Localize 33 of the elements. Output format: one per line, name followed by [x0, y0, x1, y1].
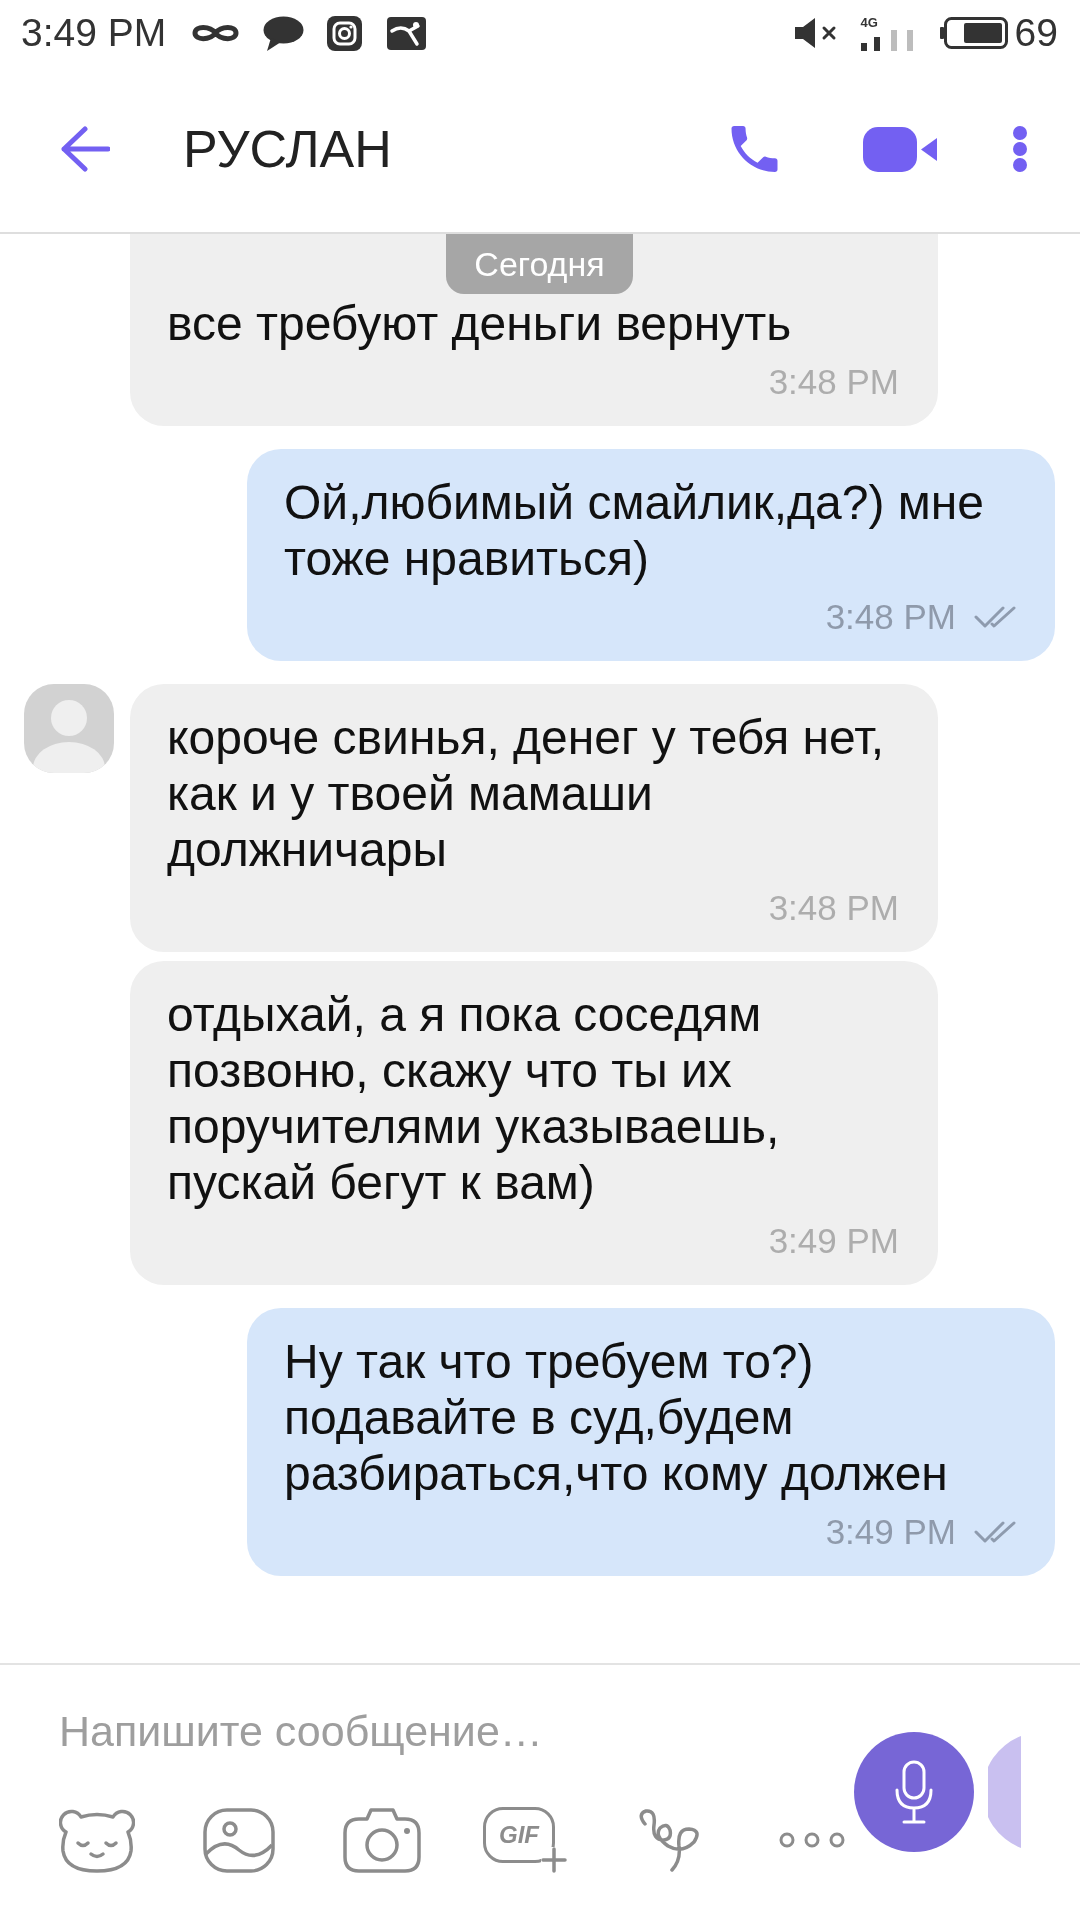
more-options-icon[interactable] [779, 1832, 845, 1848]
message-text: Ну так что требуем то?) подавайте в суд,будем разбираться,что кому должен [284, 1334, 949, 1502]
status-time: 3:49 PM [21, 11, 167, 55]
chat-bubble-icon [263, 15, 305, 51]
gallery-icon[interactable] [203, 1807, 275, 1873]
more-icon[interactable] [1012, 126, 1028, 172]
message-text: отдыхай, а я пока соседям позвоню, скажу что ты их поручителями указываешь, пускай бегут к вам) [167, 987, 781, 1211]
video-camera-icon[interactable] [863, 126, 937, 172]
picture-icon [387, 16, 427, 50]
mute-icon [794, 18, 837, 48]
phone-icon[interactable] [731, 126, 778, 172]
network-type: 4G [860, 15, 878, 29]
message-time: 3:48 PM [768, 887, 899, 929]
contact-name[interactable]: РУСЛАН [183, 119, 392, 179]
message-input[interactable]: Напишите сообщение… [59, 1696, 839, 1766]
message-time: 3:48 PM [768, 361, 899, 403]
message-time: 3:48 PM [825, 596, 956, 638]
camera-icon[interactable] [343, 1807, 421, 1873]
bear-sticker-icon[interactable] [59, 1807, 135, 1873]
signal-icon [860, 29, 915, 51]
battery-icon [939, 17, 1008, 49]
message-time: 3:49 PM [825, 1511, 956, 1553]
message-time: 3:49 PM [768, 1220, 899, 1262]
back-icon[interactable] [61, 126, 110, 172]
microphone-icon [894, 1760, 934, 1824]
camera-app-icon [327, 15, 363, 51]
message-text: Ой,любимый смайлик,да?) мне тоже нравиться) [284, 475, 986, 587]
side-button[interactable] [988, 1736, 1021, 1848]
message-text: короче свинья, денег у тебя нет, как и у твоей мамаши должничары [167, 710, 886, 878]
date-label: Сегодня [474, 244, 605, 284]
infinity-icon [192, 23, 240, 43]
message-text: все требуют деньги вернуть [167, 296, 793, 352]
battery-level: 69 [1014, 11, 1058, 55]
